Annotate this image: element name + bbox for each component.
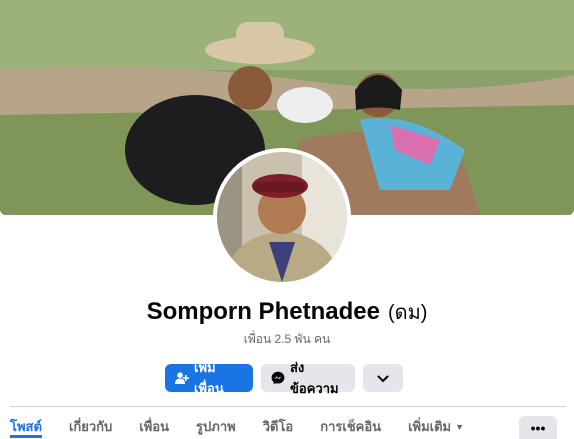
tab-more[interactable]: เพิ่มเติม ▼: [408, 416, 464, 437]
tabs-divider: [10, 406, 566, 407]
more-actions-button[interactable]: [363, 364, 403, 392]
tab-about[interactable]: เกี่ยวกับ: [69, 416, 112, 437]
add-friend-button[interactable]: เพิ่มเพื่อน: [165, 360, 253, 396]
tab-photos[interactable]: รูปภาพ: [196, 416, 236, 437]
profile-image: [217, 152, 347, 282]
add-friend-label: เพิ่มเพื่อน: [194, 360, 224, 396]
tab-friends[interactable]: เพื่อน: [139, 416, 169, 437]
tab-posts[interactable]: โพสต์: [10, 416, 42, 438]
chevron-down-icon: [377, 371, 389, 386]
more-dots-button[interactable]: •••: [519, 416, 557, 439]
profile-name: Somporn Phetnadee: [146, 298, 380, 325]
message-button[interactable]: ส่งข้อความ: [261, 360, 355, 396]
tab-videos[interactable]: วิดีโอ: [263, 416, 294, 437]
messenger-icon: [271, 371, 285, 385]
profile-nickname: (ดม): [387, 302, 428, 324]
message-label: ส่งข้อความ: [290, 360, 339, 396]
friends-count[interactable]: เพื่อน 2.5 พัน คน: [0, 330, 574, 349]
profile-actions: เพิ่มเพื่อน ส่งข้อความ: [165, 360, 403, 396]
add-friend-icon: [175, 372, 189, 384]
tab-more-label: เพิ่มเติม: [408, 419, 452, 434]
profile-tabs: โพสต์ เกี่ยวกับ เพื่อน รูปภาพ วิดีโอ การ…: [10, 416, 491, 439]
more-dots-icon: •••: [530, 419, 546, 436]
profile-avatar[interactable]: [213, 148, 351, 286]
profile-name-row: Somporn Phetnadee (ดม): [0, 296, 574, 328]
tab-checkins[interactable]: การเช็คอิน: [320, 416, 381, 437]
caret-down-icon: ▼: [455, 421, 465, 432]
